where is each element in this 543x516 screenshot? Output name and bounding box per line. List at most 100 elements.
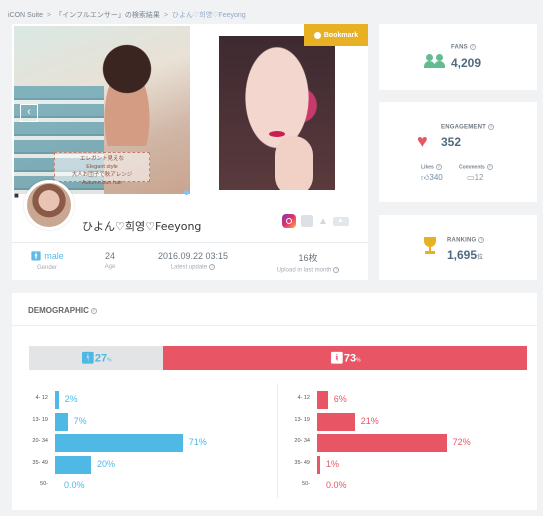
female-age-value-label: 0.0%: [326, 480, 347, 490]
info-icon[interactable]: ?: [333, 267, 340, 273]
info-icon[interactable]: ?: [486, 164, 493, 170]
male-icon: 🚹︎: [80, 352, 95, 365]
female-age-value-label: 72%: [452, 437, 471, 447]
male-age-value-label: 20%: [97, 458, 116, 469]
carousel-dot[interactable]: [200, 190, 205, 195]
age-group-label: 35- 49: [32, 459, 48, 466]
female-age-row: 35- 49 1%: [284, 455, 514, 474]
female-age-value-label: 21%: [360, 415, 379, 426]
comments-value: ▭12: [467, 173, 484, 182]
camera-icon: ■: [14, 191, 19, 200]
engagement-value: 352: [441, 135, 462, 149]
age-group-label: 50-: [302, 481, 310, 487]
profile-name: ひよん♡희영♡Feeyong: [82, 220, 202, 233]
twitter-icon[interactable]: ▲: [318, 216, 328, 227]
male-age-value-label: 7%: [73, 415, 87, 426]
bookmark-button[interactable]: Bookmark: [304, 24, 368, 46]
male-share-bar: 🚹︎27%: [29, 346, 164, 370]
profile-card: エレガント見えな Elegant style 大人お団子で秋アレンジ Autum…: [12, 24, 368, 280]
age-group-label: 50-: [40, 481, 48, 487]
age-group-label: 35- 49: [294, 459, 310, 466]
fans-card: FANS? 4,209: [379, 24, 537, 90]
info-icon[interactable]: ?: [488, 124, 495, 130]
female-age-row: 13- 19 21%: [284, 412, 514, 431]
age-group-label: 13- 19: [32, 416, 48, 423]
age-group-label: 20- 34: [32, 438, 48, 444]
gender-split-bar: 🚹︎27% 🚺︎73%: [29, 346, 527, 370]
comment-icon: ▭: [467, 173, 475, 182]
fans-icon: [424, 54, 446, 68]
profile-photo-secondary: [219, 36, 335, 190]
female-share-value: 73: [343, 352, 357, 365]
female-age-value-label: 6%: [333, 394, 347, 404]
info-icon[interactable]: ?: [90, 307, 97, 314]
ranking-value: 1,695位: [447, 248, 484, 262]
profile-photo-main: エレガント見えな Elegant style 大人お団子で秋アレンジ Autum…: [14, 26, 190, 194]
male-share-value: 27: [94, 352, 108, 365]
carousel-dots[interactable]: [184, 190, 213, 195]
male-age-row: 35- 49 20%: [22, 455, 252, 474]
breadcrumb: iCON Suite > 「インフルエンサー」の検索結果 > ひよん♡희영♡Feeyon…: [8, 12, 246, 19]
bookmark-label: Bookmark: [323, 31, 359, 39]
male-age-bar: [55, 434, 183, 452]
carousel-dot[interactable]: [192, 190, 197, 195]
carousel-dot[interactable]: [184, 190, 189, 195]
male-age-row: 20- 34 71%: [22, 434, 252, 452]
breadcrumb-current: ひよん♡희영♡Feeyong: [172, 12, 246, 19]
engagement-label: ENGAGEMENT: [441, 124, 487, 131]
trophy-icon: [422, 237, 438, 255]
heart-icon: ♥: [417, 131, 428, 151]
female-age-row: 4- 12 6%: [284, 391, 514, 409]
instagram-icon[interactable]: [282, 214, 296, 228]
breadcrumb-root[interactable]: iCON Suite: [8, 12, 43, 19]
info-icon[interactable]: ?: [435, 164, 442, 170]
male-age-row: 4- 12 2%: [22, 391, 252, 409]
female-age-value-label: 1%: [326, 458, 340, 469]
youtube-icon[interactable]: ▶: [332, 216, 349, 226]
female-age-bar: [317, 455, 320, 474]
male-age-value-label: 0.0%: [64, 480, 85, 490]
carousel-dot[interactable]: [208, 190, 213, 195]
demographic-card: DEMOGRAPHIC? 🚹︎27% 🚺︎73% 4- 12 2% 13- 19 7%…: [12, 293, 537, 510]
male-age-value-label: 71%: [188, 437, 207, 447]
stat-gender: 🚹︎ male Gender: [30, 251, 64, 271]
age-group-label: 4- 12: [35, 395, 48, 401]
comments-label: Comments: [459, 164, 485, 171]
age-group-label: 20- 34: [294, 438, 310, 444]
age-group-label: 13- 19: [294, 416, 310, 423]
facebook-icon[interactable]: [301, 215, 313, 227]
info-icon[interactable]: ?: [469, 44, 476, 50]
profile-stats: 🚹︎ male Gender 24 Age 2016.09.22 03:15 L…: [12, 242, 368, 280]
fans-value: 4,209: [451, 56, 482, 70]
female-age-bar: [317, 434, 447, 452]
stat-uploads: 16枚 Upload in last month?: [276, 253, 340, 274]
male-age-bar: [55, 455, 91, 474]
female-age-row: 50- 0.0%: [284, 477, 514, 495]
engagement-card: ENGAGEMENT? ♥ 352 Likes? 👍︎340 Comments?…: [379, 102, 537, 202]
bookmark-icon: [313, 31, 321, 39]
male-age-value-label: 2%: [64, 394, 78, 404]
avatar: [24, 180, 74, 230]
stat-age: 24 Age: [104, 251, 116, 270]
female-age-bar: [317, 391, 328, 409]
age-group-label: 4- 12: [297, 395, 310, 401]
male-age-bar: [55, 391, 59, 409]
female-age-bar: [317, 412, 355, 431]
social-links: ▲ ▶: [282, 214, 349, 228]
male-icon: 🚹︎: [30, 251, 42, 261]
info-icon[interactable]: ?: [209, 264, 216, 270]
male-age-bar: [55, 412, 68, 431]
likes-label: Likes: [421, 164, 434, 171]
ranking-label: RANKING: [447, 237, 477, 244]
male-age-row: 13- 19 7%: [22, 412, 252, 431]
carousel-prev-button[interactable]: ‹: [20, 104, 38, 122]
photo-caption: エレガント見えな Elegant style 大人お団子で秋アレンジ Autum…: [54, 152, 150, 186]
female-share-bar: 🚺︎73%: [163, 346, 527, 370]
female-age-row: 20- 34 72%: [284, 434, 514, 452]
info-icon[interactable]: ?: [478, 237, 485, 243]
breadcrumb-section[interactable]: 「インフルエンサー」の検索結果: [55, 12, 160, 19]
fans-label: FANS: [451, 44, 468, 51]
male-age-row: 50- 0.0%: [22, 477, 252, 495]
demographic-title: DEMOGRAPHIC: [28, 306, 89, 315]
female-icon: 🚺︎: [329, 352, 344, 365]
